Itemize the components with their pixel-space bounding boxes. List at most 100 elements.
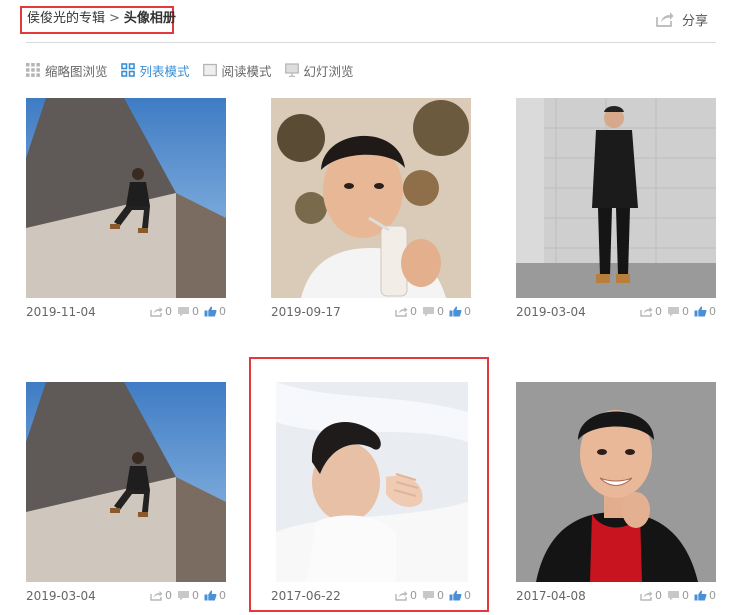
- photo-card: 2017-06-22 0 0 0: [271, 382, 471, 615]
- share-count[interactable]: 0: [150, 589, 172, 602]
- photo-stats: 0 0 0: [145, 589, 226, 602]
- slideshow-icon: [284, 63, 299, 77]
- like-count-value: 0: [219, 589, 226, 602]
- photo-thumbnail[interactable]: [516, 382, 716, 582]
- standing-wall-photo: [516, 98, 716, 298]
- photo-date: 2019-09-17: [271, 305, 341, 319]
- photo-stats: 0 0 0: [145, 305, 226, 318]
- share-small-icon: [150, 591, 163, 601]
- view-mode-thumbnail[interactable]: 缩略图浏览: [26, 61, 108, 80]
- photo-card: 2017-04-08 0 0 0: [516, 382, 716, 615]
- comment-icon: [178, 307, 189, 317]
- thumbs-up-icon: [694, 306, 707, 317]
- share-small-icon: [150, 307, 163, 317]
- photo-card: 2019-03-04 0 0 0: [26, 382, 226, 615]
- comment-count-value: 0: [192, 589, 199, 602]
- share-count[interactable]: 0: [150, 305, 172, 318]
- photo-stats: 0 0 0: [635, 305, 716, 318]
- like-count[interactable]: 0: [694, 589, 716, 602]
- share-count-value: 0: [410, 305, 417, 318]
- share-count[interactable]: 0: [640, 305, 662, 318]
- header-divider: [26, 42, 716, 43]
- comment-count-value: 0: [682, 305, 689, 318]
- comment-count[interactable]: 0: [667, 589, 689, 602]
- album-header: 侯俊光的专辑 > 头像相册 分享: [0, 0, 740, 44]
- grid-icon: [26, 63, 40, 77]
- wall-sky-photo: [26, 382, 226, 582]
- like-count[interactable]: 0: [449, 305, 471, 318]
- view-mode-reader[interactable]: 阅读模式: [202, 61, 272, 80]
- comment-icon: [178, 591, 189, 601]
- thumbs-up-icon: [694, 590, 707, 601]
- photo-date: 2017-06-22: [271, 589, 341, 603]
- breadcrumb: 侯俊光的专辑 > 头像相册: [27, 10, 176, 28]
- share-count-value: 0: [655, 305, 662, 318]
- like-count[interactable]: 0: [449, 589, 471, 602]
- share-label: 分享: [682, 13, 709, 29]
- thumbs-up-icon: [204, 590, 217, 601]
- photo-thumbnail[interactable]: [276, 382, 468, 582]
- share-icon: [656, 12, 674, 27]
- photo-card: 2019-11-04 0 0 0: [26, 98, 226, 334]
- thumbs-up-icon: [204, 306, 217, 317]
- share-count[interactable]: 0: [395, 589, 417, 602]
- view-mode-bar: 缩略图浏览 列表模式 阅读模式 幻灯浏览: [26, 61, 367, 79]
- thumbs-up-icon: [449, 590, 462, 601]
- share-small-icon: [640, 307, 653, 317]
- comment-icon: [423, 307, 434, 317]
- like-count-value: 0: [219, 305, 226, 318]
- like-count[interactable]: 0: [204, 589, 226, 602]
- share-count-value: 0: [410, 589, 417, 602]
- comment-count[interactable]: 0: [667, 305, 689, 318]
- photo-thumbnail[interactable]: [26, 98, 226, 298]
- like-count-value: 0: [709, 589, 716, 602]
- photo-date: 2019-11-04: [26, 305, 96, 319]
- view-mode-label: 列表模式: [139, 63, 190, 79]
- comment-icon: [668, 591, 679, 601]
- photo-card: 2019-03-04 0 0 0: [516, 98, 716, 334]
- view-mode-label: 缩略图浏览: [45, 63, 108, 79]
- share-count[interactable]: 0: [395, 305, 417, 318]
- thumbs-up-icon: [449, 306, 462, 317]
- leather-jacket-photo: [516, 382, 716, 582]
- reader-icon: [202, 63, 217, 77]
- like-count-value: 0: [464, 589, 471, 602]
- list-grid-icon: [120, 63, 135, 77]
- share-count-value: 0: [165, 305, 172, 318]
- wall-sky-photo: [26, 98, 226, 298]
- comment-count[interactable]: 0: [422, 589, 444, 602]
- photo-thumbnail[interactable]: [26, 382, 226, 582]
- breadcrumb-separator: >: [109, 11, 120, 26]
- comment-count[interactable]: 0: [177, 305, 199, 318]
- like-count[interactable]: 0: [694, 305, 716, 318]
- photo-date: 2019-03-04: [26, 589, 96, 603]
- view-mode-label: 阅读模式: [221, 63, 272, 79]
- comment-count-value: 0: [682, 589, 689, 602]
- share-small-icon: [395, 307, 408, 317]
- share-count-value: 0: [655, 589, 662, 602]
- share-count[interactable]: 0: [640, 589, 662, 602]
- share-small-icon: [395, 591, 408, 601]
- view-mode-label: 幻灯浏览: [303, 63, 354, 79]
- comment-count[interactable]: 0: [177, 589, 199, 602]
- share-small-icon: [640, 591, 653, 601]
- share-count-value: 0: [165, 589, 172, 602]
- view-mode-list[interactable]: 列表模式: [120, 61, 190, 80]
- photo-card: 2019-09-17 0 0 0: [271, 98, 471, 334]
- view-mode-slideshow[interactable]: 幻灯浏览: [284, 61, 354, 80]
- breadcrumb-parent-link[interactable]: 侯俊光的专辑: [27, 11, 105, 26]
- photo-stats: 0 0 0: [390, 305, 471, 318]
- like-count-value: 0: [709, 305, 716, 318]
- photo-stats: 0 0 0: [635, 589, 716, 602]
- photo-date: 2017-04-08: [516, 589, 586, 603]
- lying-bedding-photo: [276, 382, 468, 582]
- comment-count[interactable]: 0: [422, 305, 444, 318]
- comment-count-value: 0: [192, 305, 199, 318]
- share-button[interactable]: 分享: [656, 10, 709, 29]
- photo-thumbnail[interactable]: [271, 98, 471, 298]
- like-count-value: 0: [464, 305, 471, 318]
- like-count[interactable]: 0: [204, 305, 226, 318]
- photo-thumbnail[interactable]: [516, 98, 716, 298]
- comment-count-value: 0: [437, 305, 444, 318]
- breadcrumb-current: 头像相册: [123, 11, 176, 26]
